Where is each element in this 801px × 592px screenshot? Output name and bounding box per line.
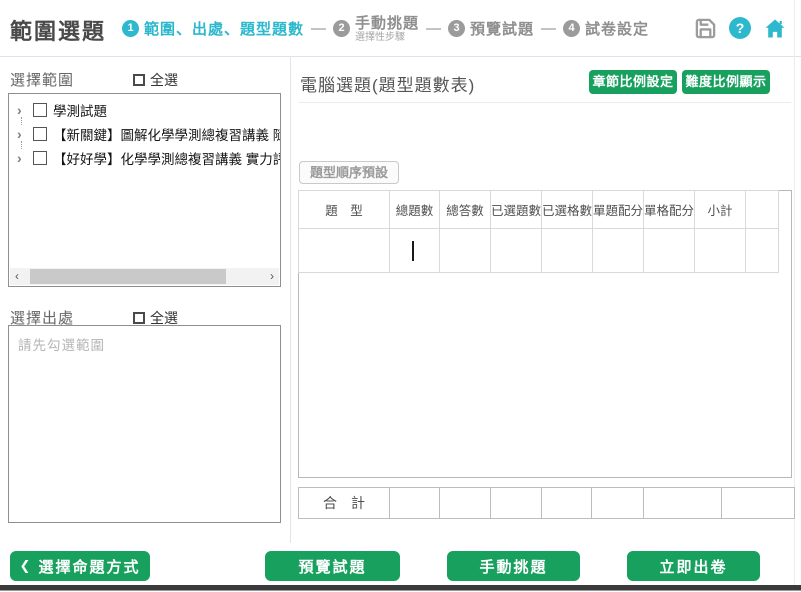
- panel-divider: [290, 57, 291, 543]
- col-extra: [746, 191, 779, 229]
- expand-chevron-icon[interactable]: ›: [17, 126, 29, 142]
- col-subtotal: 小計: [695, 191, 746, 229]
- expand-chevron-icon[interactable]: ›: [17, 150, 29, 166]
- tree-item-gsat-questions[interactable]: › 學測試題: [9, 98, 280, 122]
- scrollbar-track: [24, 268, 265, 285]
- source-list-box: 請先勾選範圍: [8, 325, 281, 523]
- header-bar: 範圍選題 1 範圍、出處、題型題數 2 手動挑題 選擇性步驟 3 預覽試題: [0, 0, 801, 57]
- cell-subtotal[interactable]: [695, 229, 746, 273]
- range-section-label: 選擇範圍: [10, 69, 74, 90]
- question-type-table-container: 題 型 總題數 總答數 已選題數 已選格數 單題配分 單格配分 小計: [298, 190, 792, 478]
- col-total-questions: 總題數: [390, 191, 440, 229]
- checkbox-icon[interactable]: [33, 127, 47, 141]
- step-separator: [311, 28, 326, 30]
- text-caret: [412, 241, 414, 261]
- col-total-answers: 總答數: [440, 191, 491, 229]
- scroll-left-icon[interactable]: ‹: [10, 268, 24, 285]
- cell-points-per-question[interactable]: [593, 229, 644, 273]
- step-2-label: 手動挑題: [355, 15, 419, 32]
- step-2-number: 2: [333, 20, 350, 37]
- range-select-all-label: 全選: [150, 70, 178, 90]
- horizontal-scrollbar[interactable]: ‹ ›: [10, 268, 279, 285]
- totals-cell: [644, 488, 722, 519]
- col-points-per-question: 單題配分: [593, 191, 644, 229]
- back-arrow-icon: ❮: [20, 558, 33, 574]
- wizard-stepper: 1 範圍、出處、題型題數 2 手動挑題 選擇性步驟 3 預覽試題 4 試卷設定: [122, 0, 649, 57]
- expand-chevron-icon[interactable]: ›: [17, 102, 29, 118]
- checkbox-icon[interactable]: [33, 151, 47, 165]
- tree-item-new-key-book[interactable]: › 【新關鍵】圖解化學學測總複習講義 隨堂測驗: [9, 122, 280, 146]
- col-question-type: 題 型: [299, 191, 390, 229]
- page-title: 範圍選題: [10, 14, 106, 46]
- step-separator: [426, 28, 441, 30]
- help-icon[interactable]: ?: [728, 16, 752, 40]
- generate-paper-button[interactable]: 立即出卷: [627, 551, 760, 581]
- totals-cell: [440, 488, 491, 519]
- totals-table: 合 計: [298, 487, 795, 519]
- window-bottom-edge: [0, 585, 801, 591]
- cell-selected-blanks[interactable]: [542, 229, 593, 273]
- totals-cell: [592, 488, 644, 519]
- totals-cell: [542, 488, 592, 519]
- col-points-per-blank: 單格配分: [644, 191, 695, 229]
- cell-points-per-blank[interactable]: [644, 229, 695, 273]
- totals-label: 合 計: [299, 488, 390, 519]
- range-tree-list: › 學測試題 › 【新關鍵】圖解化學學測總複習講義 隨堂測驗 › 【好好學】化學…: [8, 93, 281, 287]
- step-1-label: 範圍、出處、題型題數: [144, 18, 304, 39]
- totals-row: 合 計: [299, 488, 795, 519]
- checkbox-icon: [133, 74, 145, 86]
- totals-cell: [390, 488, 440, 519]
- source-placeholder-text: 請先勾選範圍: [9, 326, 280, 354]
- totals-cell: [722, 488, 795, 519]
- scroll-right-icon[interactable]: ›: [265, 268, 279, 285]
- checkbox-icon[interactable]: [33, 103, 47, 117]
- cell-question-type[interactable]: [299, 229, 390, 273]
- step-3-number: 3: [448, 20, 465, 37]
- chapter-ratio-button[interactable]: 章節比例設定: [589, 70, 677, 94]
- preview-questions-button[interactable]: 預覽試題: [265, 551, 400, 581]
- step-1-number: 1: [122, 20, 139, 37]
- manual-pick-button[interactable]: 手動挑題: [447, 551, 580, 581]
- question-type-table: 題 型 總題數 總答數 已選題數 已選格數 單題配分 單格配分 小計: [298, 190, 779, 273]
- step-3-preview[interactable]: 3 預覽試題: [448, 18, 534, 39]
- difficulty-ratio-button[interactable]: 難度比例顯示: [682, 70, 770, 94]
- choose-question-method-button[interactable]: ❮ 選擇命題方式: [10, 551, 150, 581]
- cell-extra[interactable]: [746, 229, 779, 273]
- app-window: 範圍選題 1 範圍、出處、題型題數 2 手動挑題 選擇性步驟 3 預覽試題: [0, 0, 801, 592]
- step-2-subtitle: 選擇性步驟: [355, 32, 419, 44]
- question-type-order-preset-button[interactable]: 題型順序預設: [299, 161, 399, 184]
- table-row: [299, 229, 779, 273]
- range-select-all-checkbox[interactable]: 全選: [133, 70, 178, 90]
- checkbox-icon: [133, 312, 145, 324]
- scrollbar-thumb[interactable]: [30, 269, 226, 284]
- step-4-label: 試卷設定: [585, 18, 649, 39]
- totals-cell: [491, 488, 542, 519]
- computer-selection-title: 電腦選題(題型題數表): [300, 71, 475, 96]
- col-selected-questions: 已選題數: [491, 191, 542, 229]
- cell-selected-questions[interactable]: [491, 229, 542, 273]
- home-icon[interactable]: [763, 16, 787, 40]
- step-1-range[interactable]: 1 範圍、出處、題型題數: [122, 18, 304, 39]
- step-2-manual-pick[interactable]: 2 手動挑題 選擇性步驟: [333, 14, 419, 43]
- cell-total-answers[interactable]: [440, 229, 491, 273]
- step-4-paper-settings[interactable]: 4 試卷設定: [563, 18, 649, 39]
- tree-item-good-study-book[interactable]: › 【好好學】化學學測總複習講義 實力評量: [9, 146, 280, 170]
- step-3-label: 預覽試題: [470, 18, 534, 39]
- col-selected-blanks: 已選格數: [542, 191, 593, 229]
- save-icon[interactable]: [693, 16, 717, 40]
- section-divider: [299, 102, 791, 103]
- table-header-row: 題 型 總題數 總答數 已選題數 已選格數 單題配分 單格配分 小計: [299, 191, 779, 229]
- step-4-number: 4: [563, 20, 580, 37]
- step-separator: [541, 28, 556, 30]
- cell-total-questions-input[interactable]: [390, 229, 440, 273]
